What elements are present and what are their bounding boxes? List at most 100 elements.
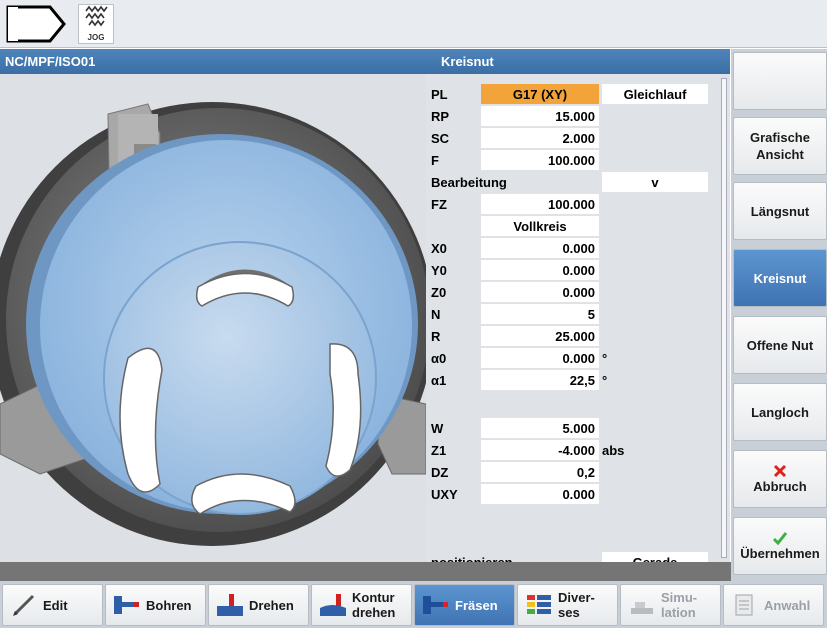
r-input[interactable]: 25.000 <box>481 326 599 346</box>
alpha1-input[interactable]: 22,5 <box>481 370 599 390</box>
w-input[interactable]: 5.000 <box>481 418 599 438</box>
circle-mode-select-field[interactable]: Vollkreis <box>481 216 599 236</box>
softkey-turning[interactable]: Drehen <box>208 584 309 626</box>
param-label: positionieren <box>431 555 513 562</box>
param-row-fz: FZ 100.000 <box>426 193 726 215</box>
f-input[interactable]: 100.000 <box>481 150 599 170</box>
param-row-w: W 5.000 <box>426 417 726 439</box>
param-row-uxy: UXY 0.000 <box>426 483 726 505</box>
param-row-z0: Z0 0.000 <box>426 281 726 303</box>
softkey-label: Simu- lation <box>661 590 698 620</box>
top-bar: JOG <box>0 0 827 48</box>
softkey-select[interactable]: Anwahl <box>723 584 824 626</box>
softkey-miscellaneous[interactable]: Diver- ses <box>517 584 618 626</box>
cycle-title: Kreisnut <box>441 54 494 69</box>
mode-arrow-icon[interactable] <box>6 5 66 43</box>
param-unit[interactable]: abs <box>602 443 624 458</box>
direction-select-field[interactable]: Gleichlauf <box>602 84 708 104</box>
param-label: α1 <box>431 373 447 388</box>
simulation-icon <box>631 602 653 614</box>
softkey-drilling[interactable]: Bohren <box>105 584 206 626</box>
param-row-z1: Z1 -4.000 abs <box>426 439 726 461</box>
status-strip <box>0 562 731 581</box>
param-label: W <box>431 421 444 436</box>
param-label: PL <box>431 87 448 102</box>
x0-input[interactable]: 0.000 <box>481 238 599 258</box>
positioning-select-field[interactable]: Gerade <box>602 552 708 562</box>
param-label: Bearbeitung <box>431 175 507 190</box>
softkey-graphic-view[interactable]: Grafische Ansicht <box>733 117 827 175</box>
softkey-label: Abbruch <box>753 478 807 494</box>
contour-turn-icon <box>320 594 346 616</box>
softkey-label: Diver- ses <box>558 590 595 620</box>
param-row-dz: DZ 0,2 <box>426 461 726 483</box>
jog-mode-icon[interactable]: JOG <box>78 4 114 44</box>
uxy-input[interactable]: 0.000 <box>481 484 599 504</box>
alpha0-input[interactable]: 0.000 <box>481 348 599 368</box>
n-input[interactable]: 5 <box>481 304 599 324</box>
param-label: SC <box>431 131 450 146</box>
plane-select-field[interactable]: G17 (XY) <box>481 84 599 104</box>
softkey-elongated-hole[interactable]: Langloch <box>733 383 827 441</box>
param-row-r: R 25.000 <box>426 325 726 347</box>
param-row-alpha1: α1 22,5 ° <box>426 369 726 391</box>
parameter-scrollbar[interactable] <box>720 78 728 558</box>
program-path: NC/MPF/ISO01 <box>5 54 96 69</box>
softkey-contour-turning[interactable]: Kontur drehen <box>311 584 412 626</box>
y0-input[interactable]: 0.000 <box>481 260 599 280</box>
z1-input[interactable]: -4.000 <box>481 440 599 460</box>
circular-slot-graphic <box>0 102 434 546</box>
softkey-open-slot[interactable]: Offene Nut <box>733 316 827 374</box>
param-row-pl: PL G17 (XY) Gleichlauf <box>426 83 726 105</box>
softkey-label: Offene Nut <box>746 337 814 353</box>
drill-icon <box>114 596 139 614</box>
softkey-label: Kontur drehen <box>352 590 396 620</box>
rp-input[interactable]: 15.000 <box>481 106 599 126</box>
jog-label: JOG <box>87 33 105 42</box>
softkey-label: Längsnut <box>750 203 810 219</box>
softkey-milling[interactable]: Fräsen <box>414 584 515 626</box>
param-row-y0: Y0 0.000 <box>426 259 726 281</box>
softkey-label: Langloch <box>751 404 809 420</box>
softkey-simulation[interactable]: Simu- lation <box>620 584 721 626</box>
softkey-accept[interactable]: Übernehmen <box>733 517 827 575</box>
softkey-blank[interactable] <box>733 52 827 110</box>
param-label: Z0 <box>431 285 447 300</box>
softkey-label: Fräsen <box>455 597 498 613</box>
softkey-circular-slot[interactable]: Kreisnut <box>733 249 827 307</box>
parameter-panel: PL G17 (XY) Gleichlauf RP 15.000 SC 2.00… <box>426 74 730 562</box>
param-row-n: N 5 <box>426 303 726 325</box>
softkey-cancel[interactable]: Abbruch <box>733 450 827 508</box>
turn-icon <box>217 594 243 616</box>
param-unit: ° <box>602 351 608 366</box>
param-row-positionieren: positionieren Gerade <box>426 551 726 562</box>
select-icon <box>735 594 753 616</box>
param-label: N <box>431 307 441 322</box>
machining-select-field[interactable]: v <box>602 172 708 192</box>
param-label: DZ <box>431 465 449 480</box>
param-row-sc: SC 2.000 <box>426 127 726 149</box>
param-row-mode: Vollkreis <box>426 215 726 237</box>
z0-input[interactable]: 0.000 <box>481 282 599 302</box>
sc-input[interactable]: 2.000 <box>481 128 599 148</box>
dz-input[interactable]: 0,2 <box>481 462 599 482</box>
param-row-rp: RP 15.000 <box>426 105 726 127</box>
softkey-label: Edit <box>43 597 68 613</box>
softkey-label: Übernehmen <box>740 545 820 561</box>
param-row-alpha0: α0 0.000 ° <box>426 347 726 369</box>
param-label: F <box>431 153 439 168</box>
softkey-label: Grafische Ansicht <box>750 130 810 162</box>
param-label: Z1 <box>431 443 447 458</box>
mill-icon <box>423 596 448 614</box>
pencil-icon <box>13 594 35 616</box>
param-row-f: F 100.000 <box>426 149 726 171</box>
softkey-longitudinal-slot[interactable]: Längsnut <box>733 182 827 240</box>
scrollbar-thumb[interactable] <box>721 78 727 558</box>
softkey-label: Drehen <box>249 597 294 613</box>
fz-input[interactable]: 100.000 <box>481 194 599 214</box>
param-row-bearbeitung: Bearbeitung v <box>426 171 726 193</box>
softkey-edit[interactable]: Edit <box>2 584 103 626</box>
softkey-label: Anwahl <box>764 597 811 613</box>
param-label: α0 <box>431 351 447 366</box>
jog-wave-icon <box>85 5 108 27</box>
